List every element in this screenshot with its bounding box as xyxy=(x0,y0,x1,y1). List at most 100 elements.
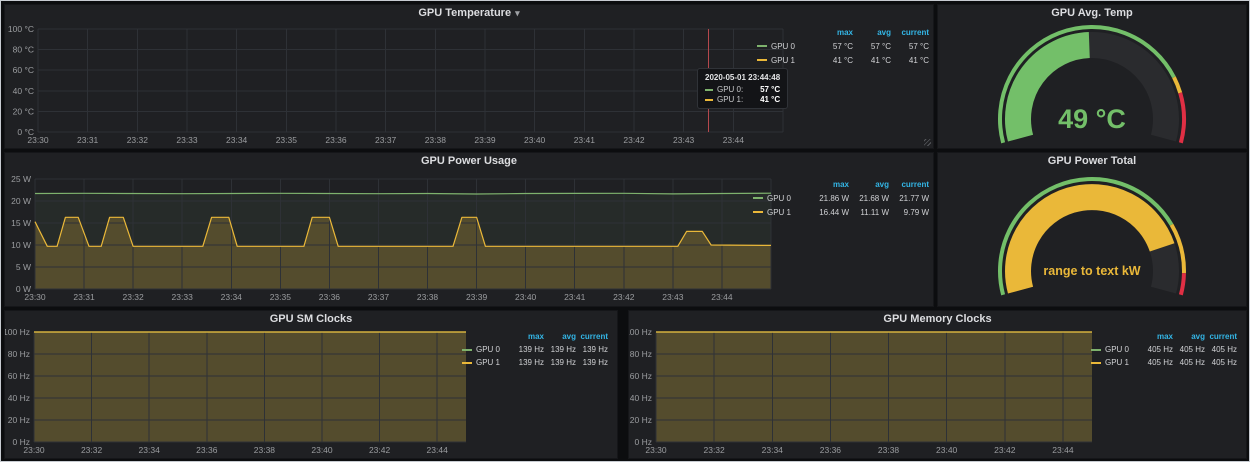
series-color-swatch xyxy=(1091,362,1101,364)
svg-text:23:34: 23:34 xyxy=(226,135,248,145)
series-label: GPU 1 xyxy=(767,208,791,217)
legend-value: 405 Hz xyxy=(1141,345,1173,354)
panel-gpu-power-total: GPU Power Total range to text kW xyxy=(937,152,1247,307)
svg-text:23:30: 23:30 xyxy=(24,292,46,302)
svg-text:80 °C: 80 °C xyxy=(13,45,34,55)
legend-header-avg[interactable]: avg xyxy=(849,180,889,189)
legend-value: 16.44 W xyxy=(809,208,849,217)
svg-text:15 W: 15 W xyxy=(11,218,31,228)
svg-text:80 Hz: 80 Hz xyxy=(630,349,652,359)
panel-title-text: GPU SM Clocks xyxy=(270,313,353,325)
svg-text:20 W: 20 W xyxy=(11,196,31,206)
legend-value: 405 Hz xyxy=(1173,358,1205,367)
legend-value: 139 Hz xyxy=(576,345,608,354)
svg-text:23:38: 23:38 xyxy=(417,292,439,302)
panel-title-gpu-power-total[interactable]: GPU Power Total xyxy=(938,155,1246,167)
svg-text:40 Hz: 40 Hz xyxy=(8,393,30,403)
legend-header-max[interactable]: max xyxy=(815,28,853,37)
legend-series-gpu-0[interactable]: GPU 0 xyxy=(753,194,809,203)
svg-text:23:32: 23:32 xyxy=(703,445,725,455)
legend-header-current[interactable]: current xyxy=(889,180,929,189)
series-color-swatch xyxy=(1091,349,1101,351)
legend-series-gpu-1[interactable]: GPU 1 xyxy=(753,208,809,217)
tooltip-series-row: GPU 0: 57 °C xyxy=(705,85,780,94)
panel-gpu-avg-temp: GPU Avg. Temp 49 °C xyxy=(937,4,1247,149)
series-label: GPU 0 xyxy=(476,345,500,354)
series-color-swatch xyxy=(705,89,713,91)
series-label: GPU 0 xyxy=(771,42,795,51)
legend-series-gpu-0[interactable]: GPU 0 xyxy=(1091,345,1141,354)
panel-title-gpu-memory-clocks[interactable]: GPU Memory Clocks xyxy=(629,313,1246,325)
legend-series-gpu-0[interactable]: GPU 0 xyxy=(462,345,512,354)
power-usage-chart[interactable]: 0 W5 W10 W15 W20 W25 W23:3023:3123:3223:… xyxy=(5,153,933,306)
svg-text:23:44: 23:44 xyxy=(711,292,733,302)
svg-text:23:34: 23:34 xyxy=(762,445,784,455)
legend-header-current[interactable]: current xyxy=(1205,332,1237,341)
legend-header-max[interactable]: max xyxy=(512,332,544,341)
memory-clocks-legend: maxavgcurrentGPU 0405 Hz405 Hz405 HzGPU … xyxy=(1091,330,1237,369)
series-label: GPU 1 xyxy=(476,358,500,367)
panel-title-gpu-temperature[interactable]: GPU Temperature▾ xyxy=(5,7,933,19)
legend-header-avg[interactable]: avg xyxy=(544,332,576,341)
svg-text:23:35: 23:35 xyxy=(276,135,298,145)
svg-text:23:30: 23:30 xyxy=(645,445,667,455)
svg-text:23:34: 23:34 xyxy=(139,445,161,455)
svg-text:23:44: 23:44 xyxy=(427,445,449,455)
svg-text:23:36: 23:36 xyxy=(319,292,341,302)
svg-text:23:38: 23:38 xyxy=(425,135,447,145)
series-label: GPU 0 xyxy=(1105,345,1129,354)
legend-header-max[interactable]: max xyxy=(1141,332,1173,341)
svg-text:23:33: 23:33 xyxy=(176,135,198,145)
tooltip-series-value: 57 °C xyxy=(750,85,780,94)
series-label: GPU 1 xyxy=(771,56,795,65)
panel-title-gpu-sm-clocks[interactable]: GPU SM Clocks xyxy=(5,313,617,325)
svg-text:60 Hz: 60 Hz xyxy=(8,371,30,381)
legend-header-avg[interactable]: avg xyxy=(853,28,891,37)
tooltip-series-name: GPU 1: xyxy=(717,95,743,104)
panel-title-text: GPU Memory Clocks xyxy=(883,313,991,325)
legend-value: 139 Hz xyxy=(512,358,544,367)
legend-header-avg[interactable]: avg xyxy=(1173,332,1205,341)
legend-value: 139 Hz xyxy=(576,358,608,367)
tooltip-series-row: GPU 1:41 °C xyxy=(705,95,780,104)
svg-text:23:36: 23:36 xyxy=(325,135,347,145)
svg-text:100 °C: 100 °C xyxy=(8,24,34,34)
svg-text:23:37: 23:37 xyxy=(375,135,397,145)
svg-text:23:42: 23:42 xyxy=(369,445,391,455)
svg-text:23:43: 23:43 xyxy=(662,292,684,302)
svg-text:23:42: 23:42 xyxy=(994,445,1016,455)
svg-text:23:38: 23:38 xyxy=(254,445,276,455)
svg-text:23:44: 23:44 xyxy=(1052,445,1074,455)
legend-value: 139 Hz xyxy=(512,345,544,354)
gauge-value-text: range to text kW xyxy=(938,264,1246,278)
legend-value: 9.79 W xyxy=(889,208,929,217)
legend-value: 41 °C xyxy=(815,56,853,65)
svg-text:20 Hz: 20 Hz xyxy=(8,415,30,425)
legend-series-gpu-1[interactable]: GPU 1 xyxy=(462,358,512,367)
legend-header-current[interactable]: current xyxy=(891,28,929,37)
svg-text:23:40: 23:40 xyxy=(515,292,537,302)
series-color-swatch xyxy=(757,45,767,47)
svg-text:20 °C: 20 °C xyxy=(13,106,34,116)
panel-title-gpu-avg-temp[interactable]: GPU Avg. Temp xyxy=(938,7,1246,19)
power-total-gauge xyxy=(938,153,1246,306)
legend-value: 405 Hz xyxy=(1141,358,1173,367)
legend-value: 11.11 W xyxy=(849,208,889,217)
legend-series-gpu-1[interactable]: GPU 1 xyxy=(757,56,815,65)
panel-resize-handle[interactable] xyxy=(924,139,931,146)
tooltip-series-name: GPU 0: xyxy=(717,85,743,94)
panel-title-text: GPU Avg. Temp xyxy=(1051,7,1133,19)
svg-text:80 Hz: 80 Hz xyxy=(8,349,30,359)
svg-text:23:31: 23:31 xyxy=(73,292,95,302)
legend-series-gpu-1[interactable]: GPU 1 xyxy=(1091,358,1141,367)
legend-value: 405 Hz xyxy=(1173,345,1205,354)
legend-value: 21.77 W xyxy=(889,194,929,203)
panel-title-text: GPU Temperature xyxy=(418,7,511,19)
panel-title-gpu-power-usage[interactable]: GPU Power Usage xyxy=(5,155,933,167)
legend-value: 57 °C xyxy=(815,42,853,51)
legend-header-current[interactable]: current xyxy=(576,332,608,341)
legend-header-max[interactable]: max xyxy=(809,180,849,189)
legend-series-gpu-0[interactable]: GPU 0 xyxy=(757,42,815,51)
series-color-swatch xyxy=(753,197,763,199)
series-label: GPU 0 xyxy=(767,194,791,203)
